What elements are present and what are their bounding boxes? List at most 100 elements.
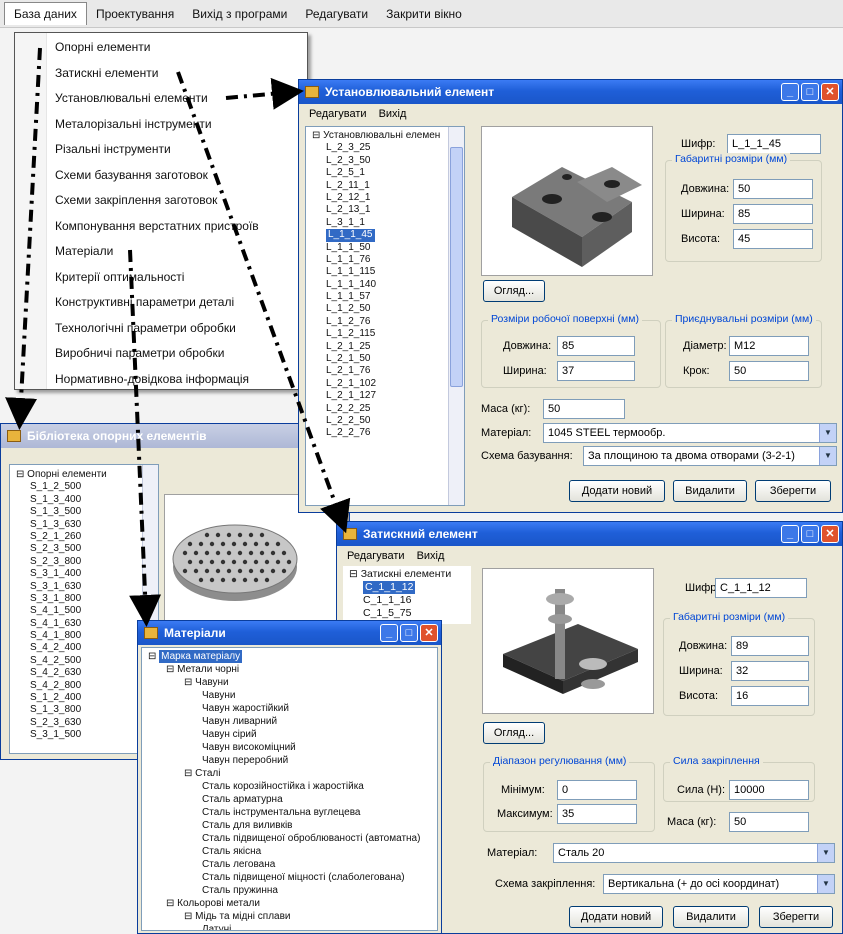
min-input[interactable]: 0 [557,780,637,800]
tree-node[interactable]: L_3_1_1 [312,217,464,229]
tree-node[interactable]: Сталь підвищеної оброблюваності (автомат… [148,832,437,845]
tree-node[interactable]: L_1_1_45 [312,229,464,242]
menu-item-reference[interactable]: Нормативно-довідкова інформація [15,367,307,393]
tree-node[interactable]: S_3_1_630 [16,581,158,593]
scheme-select[interactable]: Вертикальна (+ до осі координат) ▼ [603,874,835,894]
material-select[interactable]: Сталь 20 ▼ [553,843,835,863]
tree-node[interactable]: L_1_2_115 [312,328,464,340]
tree-node[interactable]: L_2_2_25 [312,403,464,415]
maximize-button[interactable]: □ [801,525,819,543]
tree-node[interactable]: L_1_2_50 [312,303,464,315]
tree-node[interactable]: Сталь для виливків [148,819,437,832]
cipher-input[interactable]: L_1_1_45 [727,134,821,154]
chevron-down-icon[interactable]: ▼ [819,447,836,465]
tree-node[interactable]: C_1_1_16 [349,594,471,607]
tree-node[interactable]: Сталь інструментальна вуглецева [148,806,437,819]
install-tree-scrollbar[interactable] [448,127,464,505]
save-button[interactable]: Зберегти [755,480,831,502]
tree-node[interactable]: S_4_1_500 [16,605,158,617]
maximize-button[interactable]: □ [801,83,819,101]
tree-node[interactable]: L_2_1_102 [312,378,464,390]
menu-item-fixture-layout[interactable]: Компонування верстатних пристроїв [15,214,307,240]
menu-edit[interactable]: Редагувати [341,548,411,564]
tree-node[interactable]: Чавун ливарний [148,715,437,728]
mass-input[interactable]: 50 [729,812,809,832]
tree-node[interactable]: ⊟ Сталі [148,767,437,780]
tree-node[interactable]: Чавун жаростійкий [148,702,437,715]
minimize-button[interactable]: _ [380,624,398,642]
delete-button[interactable]: Видалити [673,906,749,928]
tree-node[interactable]: Чавун переробний [148,754,437,767]
work-length-input[interactable]: 85 [557,336,635,356]
scheme-select[interactable]: За площиною та двома отворами (3-2-1) ▼ [583,446,837,466]
tree-node[interactable]: C_1_5_75 [349,607,471,620]
menu-item-tech-params[interactable]: Технологічні параметри обробки [15,316,307,342]
menu-database[interactable]: База даних [4,2,87,25]
delete-button[interactable]: Видалити [673,480,747,502]
max-input[interactable]: 35 [557,804,637,824]
menu-item-basing-schemes[interactable]: Схеми базування заготовок [15,163,307,189]
menu-exit[interactable]: Вихід [411,548,451,564]
work-width-input[interactable]: 37 [557,361,635,381]
menu-item-clamp[interactable]: Затискні елементи [15,61,307,87]
tree-node[interactable]: C_1_1_12 [349,581,471,594]
tree-node[interactable]: L_2_5_1 [312,167,464,179]
chevron-down-icon[interactable]: ▼ [817,844,834,862]
menu-edit[interactable]: Редагувати [303,106,373,122]
menu-item-metal-cutting-tools[interactable]: Металорізальні інструменти [15,112,307,138]
tree-node[interactable]: S_1_3_630 [16,519,158,531]
tree-node[interactable]: ⊟ Чавуни [148,676,437,689]
tree-node[interactable]: S_2_1_260 [16,531,158,543]
view-button[interactable]: Огляд... [483,722,545,744]
menu-item-part-params[interactable]: Конструктивні параметри деталі [15,290,307,316]
tree-node[interactable]: S_3_1_800 [16,593,158,605]
menu-item-clamping-schemes[interactable]: Схеми закріплення заготовок [15,188,307,214]
tree-node[interactable]: L_2_12_1 [312,192,464,204]
tree-node[interactable]: L_1_1_76 [312,254,464,266]
menu-item-prod-params[interactable]: Виробничі параметри обробки [15,341,307,367]
tree-node[interactable]: Сталь корозійностійка і жаростійка [148,780,437,793]
close-button[interactable]: ✕ [821,83,839,101]
menu-item-cutting-tools[interactable]: Різальні інструменти [15,137,307,163]
pitch-input[interactable]: 50 [729,361,809,381]
menu-item-support[interactable]: Опорні елементи [15,35,307,61]
tree-node[interactable]: L_2_1_50 [312,353,464,365]
tree-node[interactable]: L_1_1_115 [312,266,464,278]
width-input[interactable]: 85 [733,204,813,224]
tree-node[interactable]: L_2_11_1 [312,180,464,192]
tree-node[interactable]: ⊟ Марка матеріалу [148,650,437,663]
force-input[interactable]: 10000 [729,780,809,800]
install-tree[interactable]: ⊟ Установлювальні елемен L_2_3_25 L_2_3_50… [305,126,465,506]
diameter-input[interactable]: M12 [729,336,809,356]
tree-node[interactable]: S_2_3_500 [16,543,158,555]
mass-input[interactable]: 50 [543,399,625,419]
tree-node[interactable]: L_2_1_25 [312,341,464,353]
tree-node[interactable]: S_2_3_800 [16,556,158,568]
tree-node[interactable]: L_1_2_76 [312,316,464,328]
close-button[interactable]: ✕ [821,525,839,543]
tree-node[interactable]: ⊟ Затискні елементи [349,568,471,581]
tree-node[interactable]: L_2_3_25 [312,142,464,154]
minimize-button[interactable]: _ [781,525,799,543]
length-input[interactable]: 50 [733,179,813,199]
add-new-button[interactable]: Додати новий [569,480,665,502]
tree-node[interactable]: Чавуни [148,689,437,702]
view-button[interactable]: Огляд... [483,280,545,302]
menu-exit[interactable]: Вихід з програми [183,3,296,25]
close-button[interactable]: ✕ [420,624,438,642]
cipher-input[interactable]: C_1_1_12 [715,578,807,598]
chevron-down-icon[interactable]: ▼ [819,424,836,442]
tree-node[interactable]: Чавун високоміцний [148,741,437,754]
tree-node[interactable]: L_1_1_50 [312,242,464,254]
tree-node[interactable]: S_1_3_400 [16,494,158,506]
height-input[interactable]: 16 [731,686,809,706]
tree-node[interactable]: S_3_1_400 [16,568,158,580]
tree-node[interactable]: L_1_1_140 [312,279,464,291]
tree-node[interactable]: ⊟ Мідь та мідні сплави [148,910,437,923]
width-input[interactable]: 32 [731,661,809,681]
tree-node[interactable]: Чавун сірий [148,728,437,741]
maximize-button[interactable]: □ [400,624,418,642]
tree-node[interactable]: L_2_2_50 [312,415,464,427]
menu-item-materials[interactable]: Матеріали [15,239,307,265]
tree-node[interactable]: L_2_1_76 [312,365,464,377]
